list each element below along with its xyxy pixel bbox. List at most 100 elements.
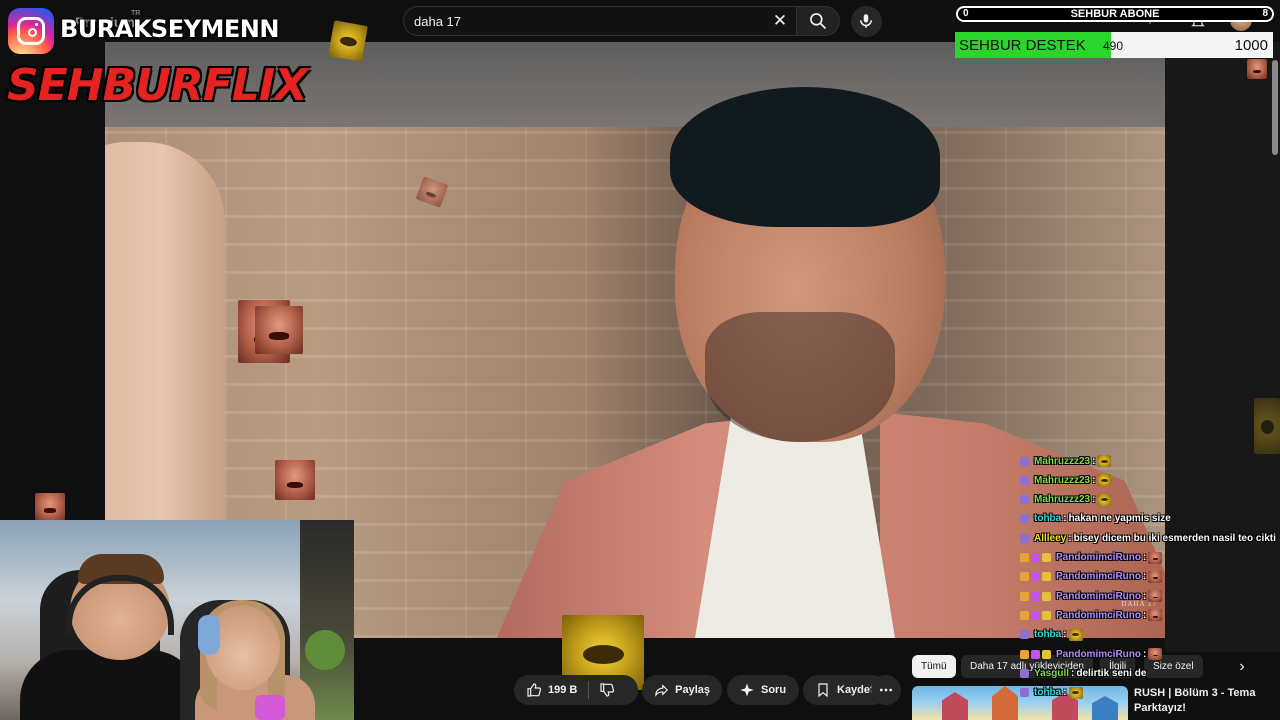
chat-username[interactable]: PandomimciRuno	[1056, 552, 1141, 563]
floating-emote	[328, 20, 368, 62]
chat-emote	[1068, 686, 1083, 699]
share-label: Paylaş	[675, 684, 710, 696]
chat-separator: :	[1063, 513, 1067, 525]
chat-text: bisey dicem bu iki esmerden nasil teo ci…	[1073, 532, 1276, 544]
chat-badge-icon	[1020, 495, 1029, 505]
chat-text: hakan ne yapmis size	[1068, 513, 1171, 525]
chat-emote	[1097, 493, 1112, 506]
chat-username[interactable]: PandomimciRuno	[1056, 571, 1141, 582]
chat-badge-icon	[1020, 630, 1029, 640]
chat-message: PandomimciRuno :	[1020, 568, 1163, 586]
chevron-right-icon[interactable]: ›	[1232, 657, 1252, 677]
chat-username[interactable]: Allleey	[1034, 533, 1066, 544]
video-person-beard	[705, 312, 895, 442]
chat-message: tohba : hakan ne yapmis size	[1020, 510, 1171, 528]
microphone-icon	[860, 14, 872, 28]
chat-badge-icon	[1020, 533, 1029, 543]
chat-username[interactable]: Yasgull	[1034, 668, 1069, 679]
channel-brand-logo: SEHBURFLIX	[7, 60, 308, 111]
chat-separator: :	[1143, 648, 1147, 660]
recommendation-title[interactable]: RUSH | Bölüm 3 - Tema Parktayız!	[1134, 686, 1274, 716]
stream-page: DAHA 17 Premium TR daha 17 ✕ Oluştur 2 B…	[0, 0, 1280, 720]
chat-badge-icon	[1042, 553, 1051, 562]
close-icon[interactable]: ✕	[770, 11, 790, 31]
ask-button[interactable]: Soru	[727, 675, 799, 705]
chat-emote	[1097, 455, 1112, 467]
chat-badge-icon	[1042, 591, 1051, 601]
chat-badge-icon	[1031, 649, 1040, 659]
page-scrollbar[interactable]	[1272, 60, 1278, 155]
support-goal-bar: SEHBUR DESTEK 490 1000	[955, 32, 1273, 58]
more-horizontal-icon	[880, 688, 892, 692]
chat-username[interactable]: Mahruzzz23	[1034, 494, 1090, 505]
chat-separator: :	[1143, 609, 1147, 621]
secondary-column	[1165, 42, 1280, 652]
save-label: Kaydet	[837, 684, 874, 696]
chat-username[interactable]: PandomimciRuno	[1056, 591, 1141, 602]
chat-emote	[1148, 609, 1163, 622]
subscriber-goal-label: SEHBUR ABONE	[1070, 8, 1160, 20]
instagram-handle: BURAKSEYMENN	[60, 15, 279, 43]
chat-separator: :	[1068, 532, 1072, 544]
chat-badge-icon	[1020, 610, 1029, 620]
chat-message: tohba :	[1020, 626, 1083, 644]
chat-message: PandomimciRuno :	[1020, 587, 1163, 605]
chat-badge-icon	[1042, 610, 1051, 620]
chip-all[interactable]: Tümü	[912, 655, 956, 678]
thumbs-up-icon	[527, 683, 542, 697]
chat-username[interactable]: tohba	[1034, 629, 1061, 640]
chat-separator: :	[1143, 552, 1147, 563]
chat-badge-icon	[1031, 591, 1040, 601]
search-button[interactable]	[796, 6, 840, 36]
share-button[interactable]: Paylaş	[642, 675, 722, 705]
chat-message: Allleey : bisey dicem bu iki esmerden na…	[1020, 529, 1276, 547]
video-person-hair	[670, 87, 940, 227]
thumbs-down-icon[interactable]	[599, 682, 615, 698]
chat-badge-icon	[1020, 475, 1029, 485]
subscriber-goal-target: 8	[1262, 8, 1268, 19]
chat-badge-icon	[1031, 553, 1040, 562]
chat-message: PandomimciRuno :	[1020, 549, 1163, 567]
floating-emote	[1247, 59, 1267, 79]
chat-username[interactable]: Mahruzzz23	[1034, 475, 1090, 486]
search-input[interactable]: daha 17	[414, 14, 461, 29]
support-goal-label: SEHBUR DESTEK	[959, 37, 1086, 54]
share-arrow-icon	[655, 684, 669, 697]
search-box[interactable]: daha 17 ✕	[403, 6, 796, 36]
chat-separator: :	[1143, 590, 1147, 602]
subscriber-goal-bar: 0 SEHBUR ABONE 8	[956, 6, 1274, 22]
like-button[interactable]: 199 B	[514, 675, 638, 705]
chat-badge-icon	[1031, 610, 1040, 620]
chat-username[interactable]: tohba	[1034, 687, 1061, 698]
floating-emote	[275, 460, 315, 500]
floating-emote	[35, 493, 65, 521]
floating-emote	[255, 306, 303, 354]
chat-username[interactable]: Mahruzzz23	[1034, 456, 1090, 467]
chat-username[interactable]: PandomimciRuno	[1056, 610, 1141, 621]
chat-separator: :	[1092, 455, 1096, 467]
voice-search-button[interactable]	[851, 6, 882, 37]
like-divider	[588, 681, 589, 699]
chat-message: Mahruzzz23 :	[1020, 452, 1112, 470]
streamer-webcam	[0, 520, 354, 720]
chat-message: Yasgull : delirtik seni de	[1020, 664, 1146, 682]
chat-badge-icon	[1020, 591, 1029, 601]
chat-username[interactable]: tohba	[1034, 513, 1061, 524]
chat-message: PandomimciRuno :	[1020, 645, 1163, 663]
chat-emote	[1148, 590, 1163, 603]
chat-separator: :	[1092, 474, 1096, 486]
chat-separator: :	[1063, 687, 1067, 699]
chat-emote	[1148, 551, 1163, 564]
chat-badge-icon	[1031, 572, 1040, 582]
chat-separator: :	[1071, 667, 1075, 679]
more-actions-button[interactable]	[871, 675, 901, 705]
chat-badge-icon	[1020, 649, 1029, 659]
support-goal-current: 490	[1103, 39, 1124, 53]
like-count: 199 B	[548, 684, 578, 696]
chat-emote	[1068, 628, 1083, 641]
chat-emote	[1148, 648, 1163, 660]
chat-message: Mahruzzz23 :	[1020, 491, 1112, 509]
chat-separator: :	[1143, 571, 1147, 583]
chat-username[interactable]: PandomimciRuno	[1056, 649, 1141, 660]
floating-emote	[1254, 398, 1280, 454]
